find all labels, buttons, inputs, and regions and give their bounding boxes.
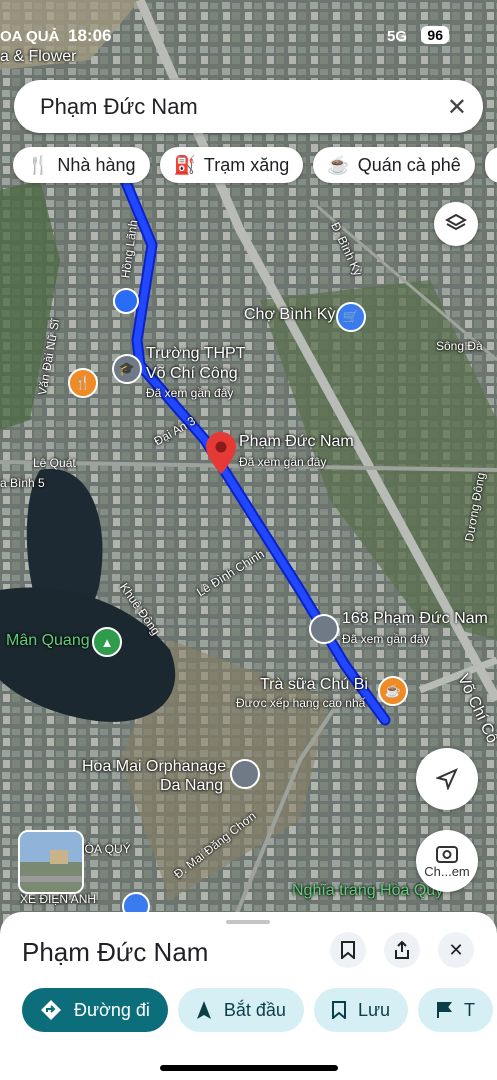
lens-button[interactable]: Ch...em (416, 830, 478, 892)
school-marker-icon[interactable]: 🎓 (112, 354, 142, 384)
orphanage-marker-icon[interactable] (230, 759, 260, 789)
map-label: a Bình 5 (0, 476, 45, 490)
bookmark-icon (341, 941, 355, 959)
park-marker-icon[interactable]: ▲ (92, 627, 122, 657)
network-label: 5G (386, 28, 407, 45)
map-label: Nghĩa trang Hòa Quý (292, 882, 444, 899)
map-label: Đã xem gần đây (342, 632, 430, 646)
action-buttons: Đường đi Bắt đầu Lưu T (22, 988, 494, 1032)
map-label: Sông Đà (436, 339, 483, 353)
directions-icon (41, 1000, 61, 1020)
map-label: Trường THPT (146, 345, 246, 362)
search-query[interactable]: Phạm Đức Nam (40, 94, 198, 120)
status-carrier: OA QUẢ (0, 28, 60, 45)
map-label: Được xếp hạng cao nhấ (236, 696, 366, 710)
gas-station-icon: ⛽ (173, 154, 196, 175)
close-sheet-button[interactable]: ✕ (438, 932, 474, 968)
shopping-marker-icon[interactable]: 🛒 (336, 302, 366, 332)
restaurant-marker-icon[interactable]: 🍴 (68, 368, 98, 398)
current-location-dot (113, 288, 139, 314)
map-label: Võ Chí Công (146, 365, 238, 382)
map-label: Chợ Bình Kỳ (244, 306, 336, 323)
home-indicator (160, 1065, 338, 1071)
save-bookmark-button[interactable] (330, 932, 366, 968)
save-button[interactable]: Lưu (313, 988, 409, 1032)
place-title: Phạm Đức Nam (22, 937, 209, 967)
place-sheet[interactable]: Phạm Đức Nam ✕ Đường đi Bắt đầu Lưu T (0, 912, 497, 1080)
restaurant-icon: 🍴 (27, 154, 50, 175)
share-button[interactable] (384, 932, 420, 968)
map-label: Đã xem gần đây (146, 386, 234, 400)
chip-coffee[interactable]: ☕ Quán cà phê (313, 147, 475, 183)
more-action-button[interactable]: T (418, 988, 494, 1032)
chip-more[interactable] (484, 147, 497, 183)
map-label: Trà sữa Chú Bi (260, 676, 368, 693)
lens-label: Ch...em (424, 863, 470, 879)
close-icon[interactable]: ✕ (447, 93, 467, 122)
map-label: Đã xem gần đây (239, 455, 327, 469)
coffee-icon: ☕ (327, 154, 350, 175)
map-label: HÒA QUÝ (76, 842, 131, 856)
map-label: Mân Quang (6, 632, 90, 649)
close-icon: ✕ (448, 939, 464, 960)
search-bar[interactable]: Phạm Đức Nam ✕ (14, 80, 483, 133)
map-label: 168 Phạm Đức Nam (342, 610, 488, 627)
map-label: XE ĐIỆN ANH (20, 892, 97, 906)
battery-level: 96 (421, 26, 449, 44)
bookmark-icon (331, 1001, 346, 1019)
category-chips: 🍴 Nhà hàng ⛽ Trạm xăng ☕ Quán cà phê (13, 147, 497, 183)
share-icon (395, 941, 409, 959)
chip-gas-station[interactable]: ⛽ Trạm xăng (159, 147, 304, 183)
map-label: Da Nang (160, 777, 224, 794)
status-time: 18:06 (68, 26, 112, 45)
flag-icon (437, 1002, 453, 1018)
location-marker-icon[interactable] (309, 614, 339, 644)
map-label: Hoa Mai Orphanage (82, 758, 227, 775)
navigation-arrow-icon (436, 768, 458, 790)
directions-button[interactable]: Đường đi (22, 988, 168, 1032)
sheet-handle[interactable] (226, 920, 270, 924)
street-view-thumbnail[interactable] (18, 830, 84, 894)
layers-button[interactable] (434, 202, 478, 246)
map-label: Phạm Đức Nam (239, 433, 354, 450)
start-button[interactable]: Bắt đầu (177, 988, 304, 1032)
my-location-button[interactable] (416, 748, 478, 810)
status-bar: 18:06 OA QUẢ 5G 96 (0, 22, 497, 52)
camera-icon (436, 845, 458, 863)
cafe-marker-icon[interactable]: ☕ (378, 676, 408, 706)
navigate-icon (196, 1001, 211, 1019)
map-label: Lê Quát (33, 456, 76, 470)
chip-restaurant[interactable]: 🍴 Nhà hàng (13, 147, 150, 183)
layers-icon (445, 213, 467, 231)
